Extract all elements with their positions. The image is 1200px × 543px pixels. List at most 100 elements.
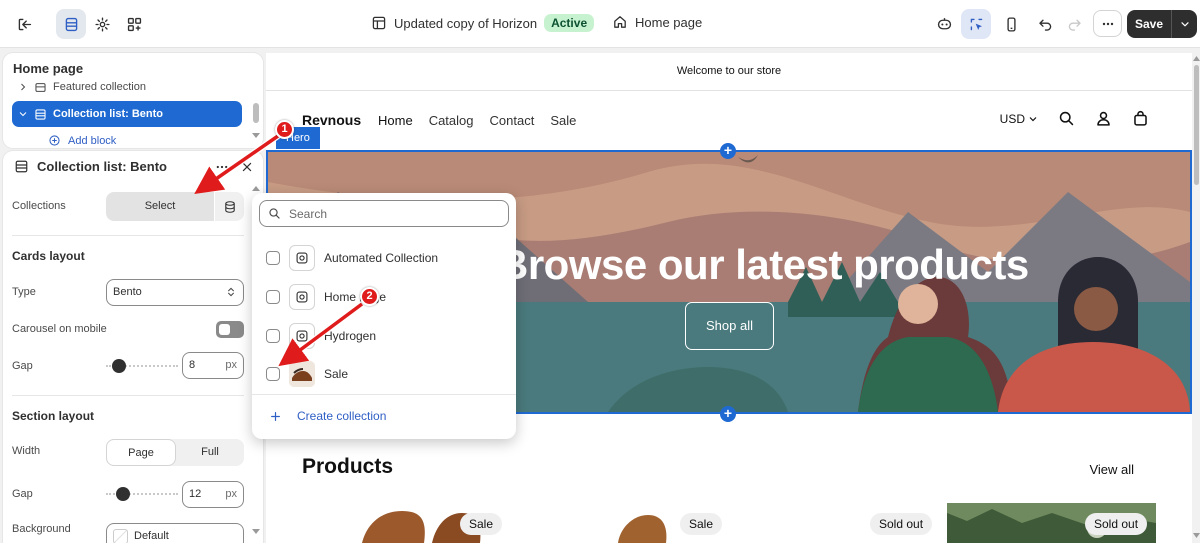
- gap-slider[interactable]: [106, 359, 178, 373]
- select-collections-button[interactable]: Select: [106, 192, 214, 221]
- view-all-link[interactable]: View all: [1089, 462, 1134, 477]
- slider-handle[interactable]: [112, 359, 126, 373]
- collection-checkbox[interactable]: [266, 290, 280, 304]
- chevron-down-icon: [19, 112, 27, 117]
- create-collection-label: Create collection: [297, 409, 387, 423]
- preview-scroll-thumb[interactable]: [1194, 65, 1199, 185]
- collection-option-hydrogen[interactable]: Hydrogen: [266, 321, 376, 351]
- dynamic-source-button[interactable]: [215, 192, 244, 221]
- collection-checkbox[interactable]: [266, 251, 280, 265]
- select-arrows-icon: [228, 287, 234, 297]
- products-heading: Products: [302, 455, 394, 478]
- sold-out-badge: Sold out: [870, 513, 933, 535]
- shop-all-button[interactable]: Shop all: [685, 302, 774, 350]
- product-card[interactable]: Sold out: [756, 503, 946, 543]
- carousel-label: Carousel on mobile: [12, 323, 107, 335]
- collections-label: Collections: [12, 200, 66, 212]
- collection-name: Hydrogen: [324, 329, 377, 343]
- color-swatch: [113, 529, 128, 543]
- save-options-button[interactable]: [1172, 18, 1197, 30]
- redo-button[interactable]: [1059, 9, 1089, 39]
- tree-scrollbar[interactable]: [253, 103, 259, 123]
- annotation-marker-2: 2: [360, 287, 379, 306]
- search-icon: [269, 208, 280, 219]
- scroll-down-icon[interactable]: [252, 529, 260, 535]
- apps-button[interactable]: [119, 9, 149, 39]
- hero-heading[interactable]: Browse our latest products: [498, 241, 1029, 289]
- type-select[interactable]: Bento: [106, 279, 244, 306]
- image-placeholder-icon: [296, 291, 308, 303]
- slider-handle[interactable]: [116, 487, 130, 501]
- mobile-preview-button[interactable]: [996, 9, 1026, 39]
- collection-thumbnail: [289, 245, 315, 271]
- product-card[interactable]: Sale: [528, 503, 736, 543]
- currency-selector[interactable]: USD: [1000, 112, 1038, 126]
- add-block-label: Add block: [68, 134, 117, 147]
- collection-name: Sale: [324, 367, 349, 381]
- close-icon[interactable]: [241, 161, 253, 173]
- collection-option-sale[interactable]: Sale: [266, 359, 348, 389]
- inspector-button[interactable]: [961, 9, 991, 39]
- search-field[interactable]: [259, 200, 509, 227]
- theme-selector[interactable]: Updated copy of Horizon Active: [371, 14, 595, 32]
- create-collection-button[interactable]: Create collection: [270, 409, 386, 423]
- cards-layout-heading: Cards layout: [12, 249, 85, 263]
- collection-checkbox[interactable]: [266, 329, 280, 343]
- width-option-page[interactable]: Page: [106, 439, 176, 466]
- more-actions-button[interactable]: [1093, 10, 1122, 37]
- search-icon[interactable]: [1058, 110, 1075, 127]
- account-icon[interactable]: [1095, 110, 1112, 127]
- nav-link-contact[interactable]: Contact: [490, 113, 535, 128]
- section-gap-input[interactable]: 12 px: [182, 481, 244, 508]
- cart-icon[interactable]: [1132, 110, 1149, 127]
- section-gap-slider[interactable]: [106, 487, 178, 501]
- mobile-icon: [1006, 16, 1016, 32]
- add-section-above-button[interactable]: +: [720, 143, 736, 159]
- collection-checkbox[interactable]: [266, 367, 280, 381]
- header-icons: USD: [1000, 110, 1149, 127]
- add-block-button[interactable]: Add block: [48, 134, 116, 147]
- scroll-up-icon[interactable]: [1193, 56, 1200, 62]
- collection-thumbnail: [289, 323, 315, 349]
- undo-button[interactable]: [1030, 9, 1060, 39]
- ai-button[interactable]: [929, 9, 959, 39]
- product-card[interactable]: Sold out: [947, 503, 1156, 543]
- carousel-toggle[interactable]: [216, 321, 244, 338]
- nav-link-sale[interactable]: Sale: [550, 113, 576, 128]
- preview-scrollbar[interactable]: [1193, 53, 1200, 543]
- scroll-up-icon[interactable]: [252, 186, 260, 192]
- apps-icon: [127, 17, 141, 31]
- scroll-down-icon[interactable]: [252, 133, 260, 139]
- gap-input[interactable]: 8 px: [182, 352, 244, 379]
- nav-link-home[interactable]: Home: [378, 113, 413, 128]
- unit-label: px: [225, 359, 237, 371]
- store-logo[interactable]: Revnous: [302, 112, 361, 128]
- page-name: Home page: [635, 14, 703, 30]
- chevron-down-icon: [1180, 22, 1189, 27]
- sidebar-item-label: Collection list: Bento: [53, 108, 163, 120]
- save-button[interactable]: Save: [1127, 10, 1172, 38]
- settings-title: Collection list: Bento: [37, 159, 167, 174]
- sale-collection-image: [289, 361, 315, 387]
- database-icon: [224, 200, 235, 213]
- scroll-down-icon[interactable]: [1193, 533, 1200, 539]
- collection-option-automated[interactable]: Automated Collection: [266, 243, 438, 273]
- sale-badge: Sale: [460, 513, 503, 535]
- search-input[interactable]: [289, 206, 489, 221]
- collection-picker-popover: Automated Collection Home page Hydrogen …: [252, 193, 516, 439]
- theme-settings-button[interactable]: [87, 9, 117, 39]
- image-placeholder-icon: [296, 330, 308, 342]
- ellipsis-icon[interactable]: [214, 160, 230, 174]
- background-select[interactable]: Default: [106, 523, 244, 543]
- gear-icon: [94, 16, 110, 32]
- width-option-full[interactable]: Full: [176, 439, 244, 466]
- exit-button[interactable]: [9, 9, 39, 39]
- theme-name: Updated copy of Horizon: [394, 15, 538, 31]
- page-selector[interactable]: Home page: [612, 14, 702, 30]
- nav-link-catalog[interactable]: Catalog: [429, 113, 474, 128]
- add-section-below-button[interactable]: +: [720, 406, 736, 422]
- product-card[interactable]: Sale: [302, 503, 510, 543]
- sidebar-item-featured-collection[interactable]: Featured collection: [18, 77, 146, 97]
- sections-button[interactable]: [56, 9, 86, 39]
- sidebar-item-collection-list-bento[interactable]: Collection list: Bento: [12, 101, 242, 127]
